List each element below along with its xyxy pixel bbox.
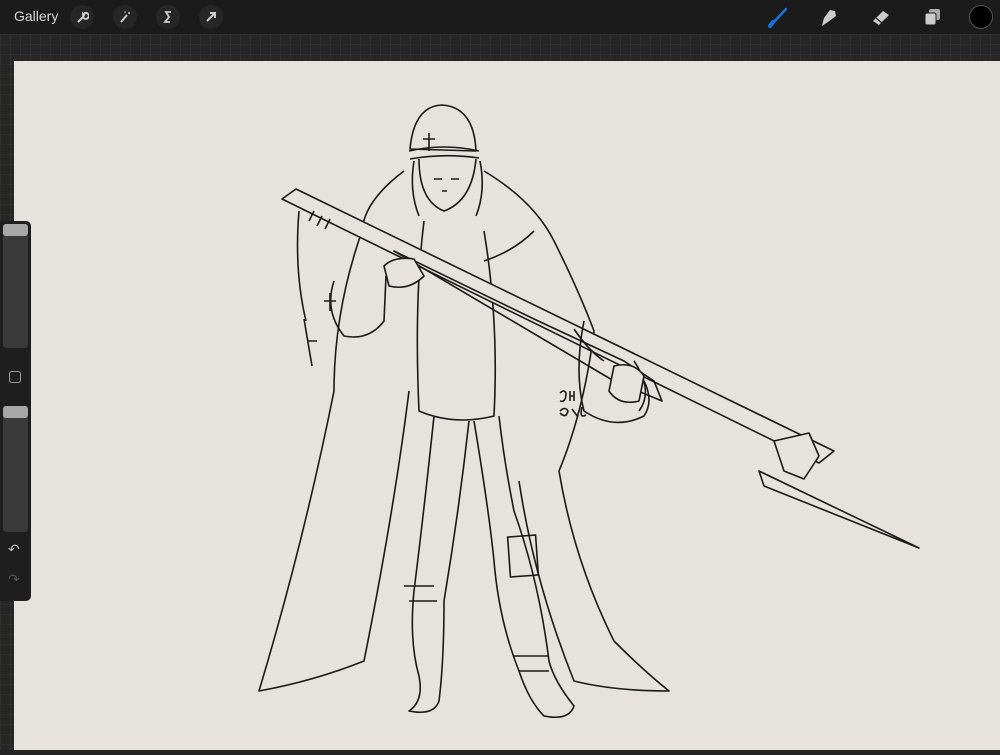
left-sidebar: ↶ ↷	[0, 221, 31, 601]
color-swatch[interactable]	[968, 4, 994, 30]
opacity-slider[interactable]	[3, 406, 28, 532]
brush-icon[interactable]	[765, 4, 791, 30]
magic-wand-icon[interactable]	[113, 5, 137, 29]
redo-icon[interactable]: ↷	[8, 571, 20, 588]
selection-icon[interactable]	[156, 5, 180, 29]
layers-icon[interactable]	[919, 4, 945, 30]
transform-arrow-icon[interactable]	[199, 5, 223, 29]
wrench-icon[interactable]	[70, 5, 94, 29]
drawing-canvas[interactable]	[14, 61, 1000, 750]
brush-size-handle[interactable]	[3, 224, 28, 236]
brush-size-slider[interactable]	[3, 224, 28, 348]
gallery-button[interactable]: Gallery	[14, 8, 58, 24]
smudge-icon[interactable]	[816, 4, 842, 30]
sketch-artwork	[258, 104, 920, 719]
undo-icon[interactable]: ↶	[8, 541, 20, 558]
opacity-handle[interactable]	[3, 406, 28, 418]
modify-button[interactable]	[9, 371, 21, 383]
top-toolbar: Gallery	[0, 0, 1000, 34]
eraser-icon[interactable]	[868, 4, 894, 30]
